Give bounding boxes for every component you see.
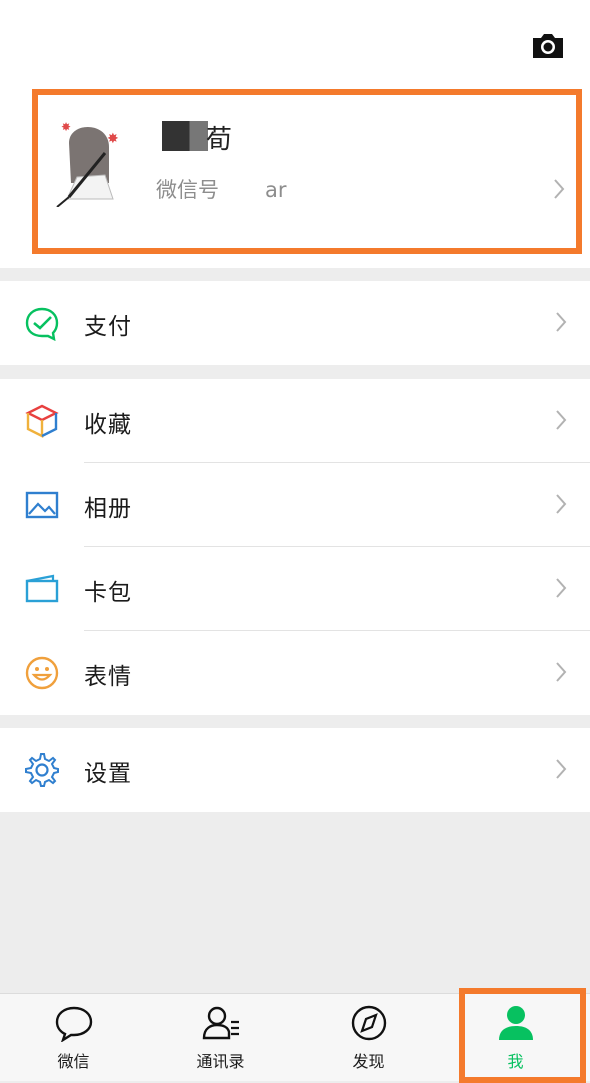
menu-group-main: 收藏 相册 卡包 表情 [0, 379, 590, 715]
card-wallet-icon [25, 574, 59, 603]
tab-me-highlight-box [459, 988, 586, 1083]
menu-item-pay[interactable]: 支付 [0, 281, 590, 365]
tab-label-contacts: 通讯录 [196, 1052, 245, 1071]
gear-icon [25, 753, 59, 787]
chevron-right-icon [556, 759, 567, 779]
tab-label-chats: 微信 [57, 1052, 90, 1071]
tab-contacts[interactable]: 通讯录 [147, 994, 294, 1080]
tab-label-discover: 发现 [352, 1052, 385, 1071]
menu-item-settings[interactable]: 设置 [0, 728, 590, 812]
menu-label-pay: 支付 [84, 314, 132, 340]
menu-item-favorites[interactable]: 收藏 [0, 379, 590, 463]
tab-discover[interactable]: 发现 [295, 994, 442, 1080]
menu-label-cards: 卡包 [84, 580, 132, 606]
chevron-right-icon [556, 662, 567, 682]
chevron-right-icon [556, 494, 567, 514]
profile-highlight-box [32, 89, 582, 254]
album-picture-icon [25, 491, 59, 519]
menu-item-cards[interactable]: 卡包 [0, 547, 590, 631]
menu-label-settings: 设置 [84, 761, 132, 787]
chevron-right-icon [556, 578, 567, 598]
favorites-cube-icon [25, 404, 59, 438]
menu-item-stickers[interactable]: 表情 [0, 631, 590, 715]
chevron-right-icon [556, 312, 567, 332]
menu-group-settings: 设置 [0, 728, 590, 812]
camera-icon[interactable] [530, 30, 566, 62]
pay-check-icon [25, 307, 59, 341]
menu-label-favorites: 收藏 [84, 412, 132, 438]
menu-item-album[interactable]: 相册 [0, 463, 590, 547]
compass-icon [351, 1005, 386, 1041]
chevron-right-icon [556, 410, 567, 430]
smiley-icon [25, 656, 59, 690]
tab-chats[interactable]: 微信 [0, 994, 147, 1080]
menu-label-album: 相册 [84, 496, 132, 522]
menu-group-pay: 支付 [0, 281, 590, 365]
contacts-icon [202, 1006, 239, 1040]
chat-bubble-icon [55, 1006, 92, 1042]
menu-label-stickers: 表情 [84, 664, 132, 690]
